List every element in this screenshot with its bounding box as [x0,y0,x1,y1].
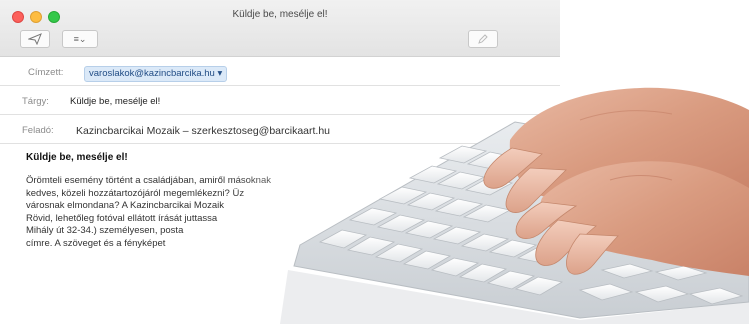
to-label: Címzett: [28,67,64,78]
format-button[interactable]: ≡⌄ [62,30,98,48]
list-format-icon: ≡⌄ [73,34,87,44]
paper-plane-icon [27,33,42,46]
recipient-token[interactable]: varoslakok@kazincbarcika.hu ▾ [84,66,228,82]
compose-button[interactable] [468,30,498,48]
recipient-address: varoslakok@kazincbarcika.hu [89,68,215,79]
stage: Küldje be, mesélje el! ≡⌄ Címzett: varos… [0,0,749,324]
chevron-down-icon: ▾ [217,68,223,79]
send-button[interactable] [20,30,50,48]
subject-field[interactable]: Küldje be, mesélje el! [70,89,160,115]
keyboard-hands-photo [280,87,749,324]
window-title: Küldje be, mesélje el! [232,9,328,20]
compose-icon [478,34,488,44]
from-label: Feladó: [22,125,54,136]
subject-label: Tárgy: [22,96,49,107]
title-bar: Küldje be, mesélje el! ≡⌄ [0,0,560,57]
